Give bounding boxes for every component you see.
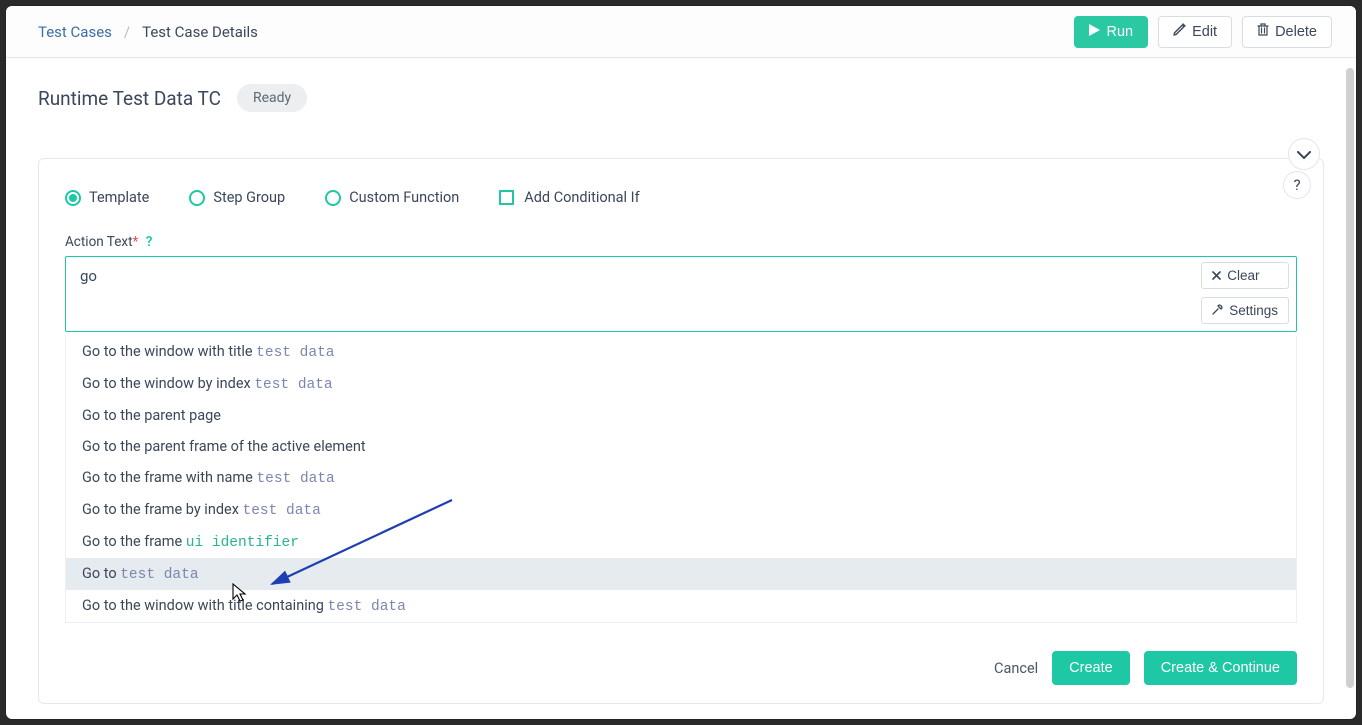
suggestion-prefix: Go to the frame <box>82 533 186 550</box>
suggestion-prefix: Go to <box>82 565 120 582</box>
suggestion-prefix: Go to the frame by index <box>82 501 243 518</box>
edit-button-label: Edit <box>1192 24 1217 40</box>
card-help-button[interactable]: ? <box>1283 171 1311 199</box>
ui-identifier-param: ui identifier <box>186 535 299 551</box>
radio-template[interactable]: Template <box>65 189 149 206</box>
suggestion-item[interactable]: Go to the frame ui identifier <box>66 526 1296 558</box>
action-text-input-wrap: Clear Settings <box>65 256 1297 336</box>
run-button-label: Run <box>1106 24 1133 40</box>
action-text-label: Action Text* ? <box>65 234 1297 250</box>
radio-step-group[interactable]: Step Group <box>189 189 285 206</box>
delete-button-label: Delete <box>1275 24 1317 40</box>
radio-custom-function-label: Custom Function <box>349 189 459 206</box>
action-text-label-text: Action Text <box>65 234 133 250</box>
cancel-link[interactable]: Cancel <box>994 660 1038 677</box>
title-row: Runtime Test Data TC Ready <box>6 58 1356 130</box>
field-help-icon[interactable]: ? <box>146 234 153 250</box>
pencil-icon <box>1173 23 1186 40</box>
suggestion-item[interactable]: Go to the window by index test data <box>66 368 1296 400</box>
step-editor-card: ? Template Step Group Custom Function Ad… <box>38 158 1324 704</box>
footer-actions: Cancel Create Create & Continue <box>65 651 1297 685</box>
trash-icon <box>1257 23 1269 41</box>
test-data-param: test data <box>243 503 321 519</box>
page-title: Runtime Test Data TC <box>38 87 221 110</box>
checkbox-icon <box>499 190 514 205</box>
breadcrumb-root-link[interactable]: Test Cases <box>38 23 112 41</box>
required-asterisk: * <box>133 234 139 250</box>
settings-button[interactable]: Settings <box>1201 297 1289 324</box>
test-data-param: test data <box>256 345 334 361</box>
suggestion-item[interactable]: Go to the frame with name test data <box>66 462 1296 494</box>
radio-step-group-label: Step Group <box>213 189 285 206</box>
radio-template-label: Template <box>89 189 149 206</box>
collapse-toggle[interactable] <box>1288 138 1320 170</box>
test-data-param: test data <box>327 599 405 615</box>
delete-button[interactable]: Delete <box>1242 16 1332 48</box>
radio-custom-function[interactable]: Custom Function <box>325 189 459 206</box>
status-badge: Ready <box>237 84 307 112</box>
suggestion-item[interactable]: Go to the frame by index test data <box>66 494 1296 526</box>
checkbox-conditional-if[interactable]: Add Conditional If <box>499 189 639 206</box>
chevron-down-icon <box>1297 145 1311 164</box>
suggestion-prefix: Go to the parent frame of the active ele… <box>82 438 366 455</box>
suggestion-item[interactable]: Go to the window with title test data <box>66 336 1296 368</box>
vertical-scrollbar[interactable] <box>1345 62 1355 702</box>
suggestion-prefix: Go to the parent page <box>82 407 221 424</box>
create-continue-button[interactable]: Create & Continue <box>1144 651 1297 685</box>
suggestion-prefix: Go to the window with title containing <box>82 597 327 614</box>
breadcrumb-separator: / <box>124 23 130 41</box>
action-text-input[interactable] <box>65 256 1297 332</box>
create-button[interactable]: Create <box>1052 651 1130 685</box>
suggestion-prefix: Go to the window with title <box>82 343 256 360</box>
suggestion-prefix: Go to the frame with name <box>82 469 256 486</box>
clear-button[interactable]: Clear <box>1201 262 1289 289</box>
radio-icon <box>189 190 205 206</box>
scrollbar-thumb[interactable] <box>1346 68 1354 688</box>
top-bar: Test Cases / Test Case Details Run Edit <box>6 6 1356 58</box>
breadcrumb: Test Cases / Test Case Details <box>38 23 258 41</box>
test-data-param: test data <box>256 471 334 487</box>
close-icon <box>1212 268 1221 283</box>
suggestion-item[interactable]: Go to test data <box>66 558 1296 590</box>
radio-icon <box>65 190 81 206</box>
top-actions: Run Edit Delete <box>1074 16 1332 48</box>
settings-button-label: Settings <box>1229 303 1278 318</box>
suggestion-item[interactable]: Go to the parent page <box>66 400 1296 431</box>
test-data-param: test data <box>254 377 332 393</box>
suggestion-list: Go to the window with title test dataGo … <box>65 336 1297 623</box>
edit-button[interactable]: Edit <box>1158 16 1232 48</box>
radio-icon <box>325 190 341 206</box>
question-icon: ? <box>1293 176 1300 194</box>
run-button[interactable]: Run <box>1074 16 1148 48</box>
suggestion-prefix: Go to the window by index <box>82 375 254 392</box>
breadcrumb-current: Test Case Details <box>142 23 258 41</box>
test-data-param: test data <box>120 567 198 583</box>
checkbox-conditional-if-label: Add Conditional If <box>524 189 639 206</box>
step-type-selector: Template Step Group Custom Function Add … <box>65 189 1297 206</box>
suggestion-item[interactable]: Go to the parent frame of the active ele… <box>66 431 1296 462</box>
wrench-icon <box>1212 303 1223 318</box>
clear-button-label: Clear <box>1227 268 1259 283</box>
input-side-actions: Clear Settings <box>1201 262 1289 324</box>
suggestion-item[interactable]: Go to the window with title containing t… <box>66 590 1296 622</box>
play-icon <box>1089 24 1100 40</box>
